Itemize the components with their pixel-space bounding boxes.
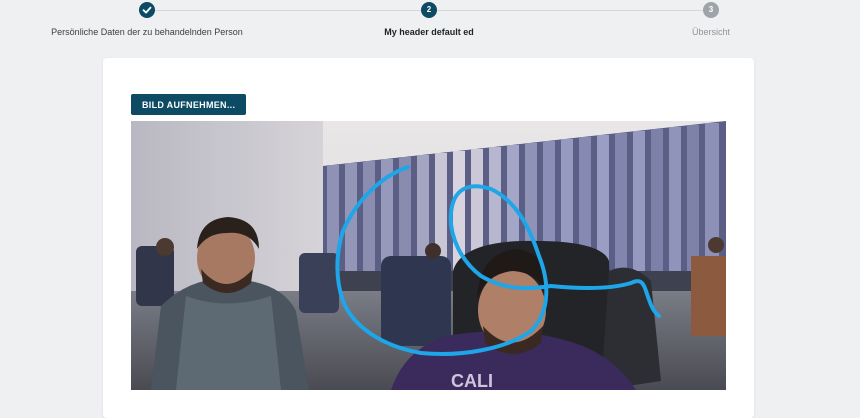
step-label-overview: Übersicht [691, 27, 730, 37]
check-icon [139, 2, 155, 18]
sweater-text: CALI [451, 371, 493, 390]
step-label-personal-data: Persönliche Daten der zu behandelnden Pe… [51, 27, 243, 37]
captured-photo[interactable]: CALI [131, 121, 726, 390]
stepper: Persönliche Daten der zu behandelnden Pe… [0, 0, 860, 44]
webcam-photo-image: CALI [131, 121, 726, 390]
step-number-2: 2 [421, 2, 437, 18]
step-number-3: 3 [703, 2, 719, 18]
step-label-header: My header default ed [384, 27, 474, 37]
step-header[interactable]: 2 My header default ed [329, 2, 529, 37]
step-personal-data[interactable]: Persönliche Daten der zu behandelnden Pe… [47, 2, 247, 37]
capture-image-button[interactable]: BILD AUFNEHMEN... [131, 94, 247, 115]
step-overview[interactable]: 3 Übersicht [611, 2, 811, 37]
capture-card: BILD AUFNEHMEN... CALI [103, 58, 754, 418]
